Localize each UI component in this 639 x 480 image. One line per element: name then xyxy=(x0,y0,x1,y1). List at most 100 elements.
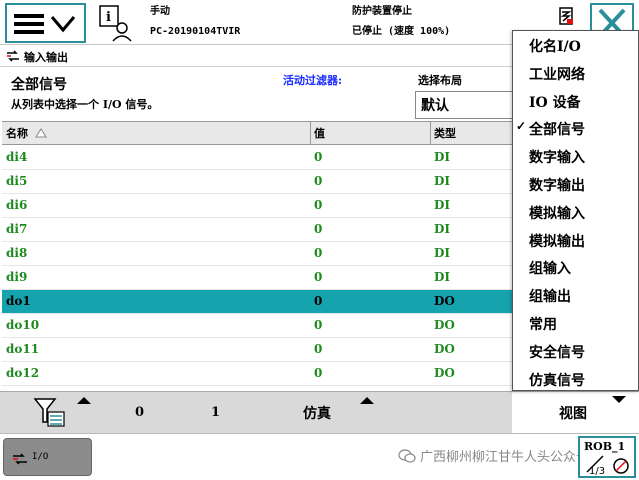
simulate-expand-arrow-icon[interactable] xyxy=(360,397,374,404)
set-zero-button[interactable]: 0 xyxy=(135,405,144,420)
table-row[interactable]: di5 0 DI xyxy=(2,170,512,194)
status-state-block: 防护装置停止 已停止 (速度 100%) xyxy=(352,2,450,42)
view-menu-item-label: 仿真信号 xyxy=(529,372,585,389)
page-title: 全部信号 xyxy=(11,77,67,93)
page-subtitle: 从列表中选择一个 I/O 信号。 xyxy=(11,98,159,111)
speed-icon[interactable] xyxy=(557,6,577,26)
quickset-icon: 1/3 xyxy=(586,455,629,476)
filter-icon xyxy=(33,398,65,427)
main-menu-button[interactable] xyxy=(5,3,86,43)
signal-name: di5 xyxy=(6,174,28,188)
watermark-label: 广西柳州柳江甘牛人头公众号 xyxy=(420,450,590,465)
view-menu-item[interactable]: 组输出 xyxy=(513,281,638,309)
filter-button[interactable] xyxy=(33,396,67,430)
view-menu-item-label: 常用 xyxy=(529,316,557,333)
signal-name: do11 xyxy=(6,342,40,356)
view-menu-item[interactable]: 仿真信号 xyxy=(513,365,638,393)
signal-name: di4 xyxy=(6,150,28,164)
simulate-button[interactable]: 仿真 xyxy=(303,403,331,423)
table-row[interactable]: do12 0 DO xyxy=(2,362,512,386)
view-menu-item-label: 模拟输出 xyxy=(529,233,585,250)
set-one-button[interactable]: 1 xyxy=(211,405,220,420)
signal-type: DI xyxy=(434,246,451,260)
signal-type: DI xyxy=(434,198,451,212)
view-dropdown-menu: 化名I/O 工业网络 IO 设备 ✓ 全部信号数字输入数字输出模拟输入模拟输出组输入组输… xyxy=(512,30,639,391)
signal-table-header: 名称 值 类型 xyxy=(2,121,512,145)
taskbar: I/O 广西柳州柳江甘牛人头公众号 ROB_1 1/3 xyxy=(0,433,639,480)
view-button[interactable]: 视图 xyxy=(512,391,639,433)
signal-name: di6 xyxy=(6,198,28,212)
view-menu-item[interactable]: 组输入 xyxy=(513,253,638,281)
column-name-label: 名称 xyxy=(6,127,28,140)
view-menu-item[interactable]: 数字输出 xyxy=(513,170,638,198)
signal-name: do12 xyxy=(6,366,40,380)
quickset-button[interactable]: ROB_1 1/3 xyxy=(578,436,636,478)
view-menu-item-label: 组输入 xyxy=(529,261,571,278)
view-arrow-icon xyxy=(612,396,626,403)
signal-name: di8 xyxy=(6,246,28,260)
signal-type: DI xyxy=(434,270,451,284)
signal-name: di7 xyxy=(6,222,28,236)
filter-expand-arrow-icon[interactable] xyxy=(77,397,91,404)
table-row[interactable]: di4 0 DI xyxy=(2,146,512,170)
view-menu-item[interactable]: 数字输入 xyxy=(513,142,638,170)
signal-name: do1 xyxy=(6,294,31,308)
event-log-icon[interactable]: i xyxy=(98,4,134,42)
column-value-header[interactable]: 值 xyxy=(314,125,325,143)
view-menu-item[interactable]: 模拟输入 xyxy=(513,198,638,226)
table-row[interactable]: di6 0 DI xyxy=(2,194,512,218)
table-row[interactable]: do11 0 DO xyxy=(2,338,512,362)
active-filter-label: 活动过滤器: xyxy=(283,74,343,87)
view-menu-item-label: 组输出 xyxy=(529,289,571,306)
signal-type: DO xyxy=(434,294,455,308)
status-mode-block: 手动 PC-20190104TVIR xyxy=(150,2,240,42)
view-menu-item[interactable]: 模拟输出 xyxy=(513,226,638,254)
view-menu-item-label: IO 设备 xyxy=(529,94,581,111)
taskbar-io-label: I/O xyxy=(32,452,49,462)
table-row[interactable]: di9 0 DI xyxy=(2,266,512,290)
io-exchange-icon xyxy=(13,453,27,465)
view-menu-item[interactable]: 工业网络 xyxy=(513,59,638,87)
controller-name: PC-20190104TVIR xyxy=(150,26,241,37)
io-exchange-icon xyxy=(7,50,19,62)
view-menu-item[interactable]: ✓ 全部信号 xyxy=(513,114,638,142)
svg-text:1/3: 1/3 xyxy=(589,466,605,476)
signal-value: 0 xyxy=(314,318,323,332)
table-row[interactable]: do1 0 DO xyxy=(2,290,512,314)
signal-name: di9 xyxy=(6,270,28,284)
taskbar-io-button[interactable]: I/O xyxy=(3,438,92,476)
signal-value: 0 xyxy=(314,198,323,212)
view-menu-item-label: 模拟输入 xyxy=(529,205,585,222)
signal-value: 0 xyxy=(314,222,323,236)
signal-value: 0 xyxy=(314,270,323,284)
view-menu-item-label: 数字输出 xyxy=(529,177,585,194)
view-menu-item-label: 化名I/O xyxy=(529,39,581,55)
signal-type: DO xyxy=(434,366,455,380)
run-state: 已停止 (速度 100%) xyxy=(352,26,451,37)
bottom-toolbar: 0 1 仿真 xyxy=(0,391,512,433)
view-menu-item[interactable]: 常用 xyxy=(513,309,638,337)
watermark-text: 广西柳州柳江甘牛人头公众号 xyxy=(398,446,589,465)
layout-select[interactable]: 默认 xyxy=(415,91,515,119)
view-menu-item[interactable]: 化名I/O xyxy=(513,31,638,59)
table-row[interactable]: do10 0 DO xyxy=(2,314,512,338)
column-type-header[interactable]: 类型 xyxy=(434,125,456,143)
signal-value: 0 xyxy=(314,150,323,164)
table-row[interactable]: di7 0 DI xyxy=(2,218,512,242)
signal-type: DO xyxy=(434,342,455,356)
svg-text:i: i xyxy=(106,10,111,25)
table-row[interactable]: di8 0 DI xyxy=(2,242,512,266)
signal-type: DI xyxy=(434,150,451,164)
view-label: 视图 xyxy=(559,406,587,422)
view-menu-item-label: 数字输入 xyxy=(529,150,585,167)
column-name-header[interactable]: 名称 xyxy=(6,125,306,143)
signal-type: DO xyxy=(434,318,455,332)
signal-type: DI xyxy=(434,174,451,188)
view-menu-item[interactable]: 安全信号 xyxy=(513,337,638,365)
signal-table-body: di4 0 DI di5 0 DI di6 0 DI di7 0 DI di8 0 DI di9 0 DI do1 0… xyxy=(2,146,512,386)
signal-value: 0 xyxy=(314,342,323,356)
signal-value: 0 xyxy=(314,366,323,380)
view-menu-item[interactable]: IO 设备 xyxy=(513,87,638,115)
window-title: 输入输出 xyxy=(24,51,68,64)
signal-value: 0 xyxy=(314,246,323,260)
